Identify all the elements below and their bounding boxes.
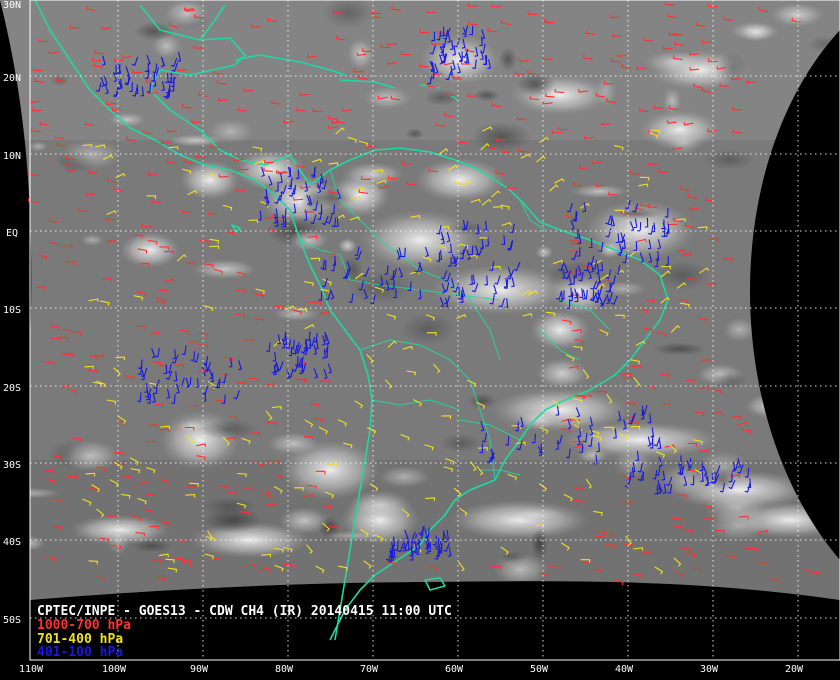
lon-label: 30W: [700, 664, 719, 675]
lat-label: 50S: [3, 615, 21, 626]
satellite-imagery: [0, 0, 840, 600]
lat-label: 10N: [3, 151, 21, 162]
legend-low-level: 1000-700 hPa: [37, 618, 131, 633]
lat-label: 20S: [3, 383, 21, 394]
satellite-wind-map: 30N 20N 10N EQ 10S 20S 30S 40S 50S 110W …: [0, 0, 840, 680]
lon-label: 60W: [445, 664, 464, 675]
lat-label: 10S: [3, 305, 21, 316]
lon-label: 100W: [102, 664, 127, 675]
lon-label: 50W: [530, 664, 549, 675]
map-title: CPTEC/INPE - GOES13 - CDW CH4 (IR) 20140…: [37, 604, 452, 619]
lon-label: 90W: [190, 664, 209, 675]
lon-label: 40W: [615, 664, 634, 675]
legend-high-level: 401-100 hPa: [37, 645, 123, 660]
lon-label: 20W: [785, 664, 804, 675]
lat-label: 40S: [3, 537, 21, 548]
lat-label: 30S: [3, 460, 21, 471]
lon-label: 110W: [19, 664, 44, 675]
lat-label: 20N: [3, 73, 21, 84]
lat-label: 30N: [3, 0, 21, 11]
lon-label: 80W: [275, 664, 294, 675]
lon-label: 70W: [360, 664, 379, 675]
lat-label: EQ: [6, 228, 18, 239]
